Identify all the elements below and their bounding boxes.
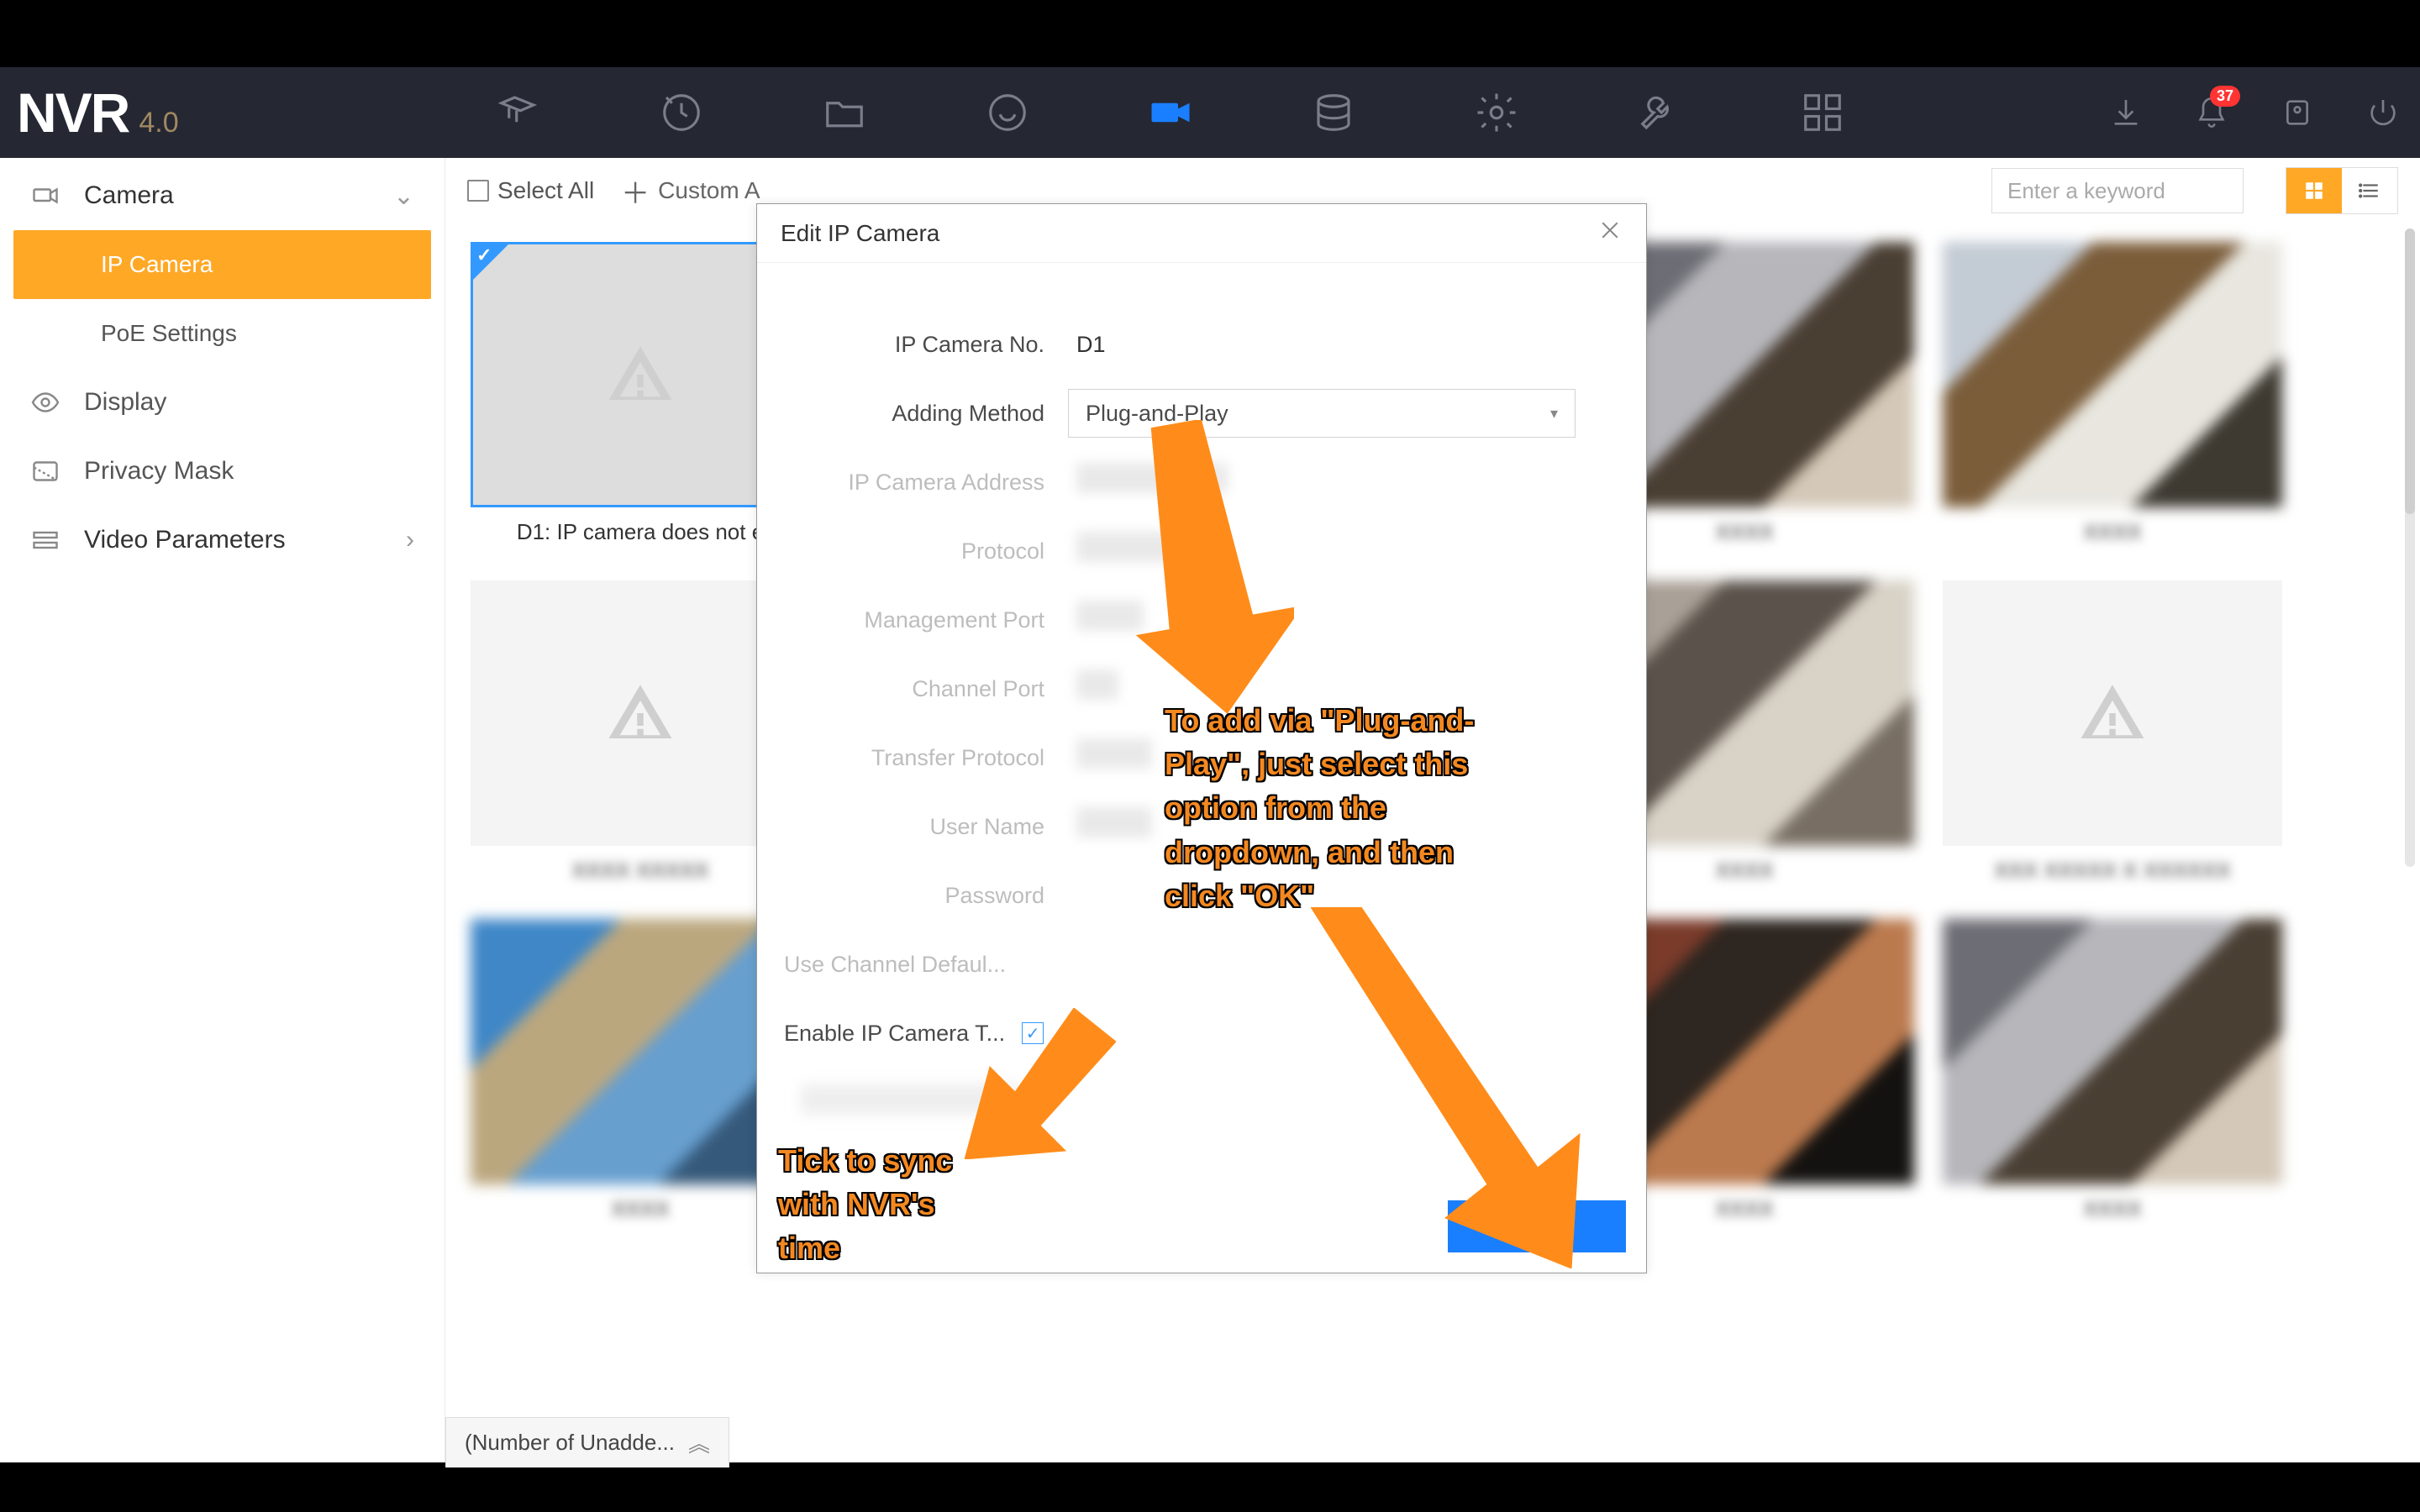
- camera-outline-icon: [30, 181, 60, 211]
- camera-device-icon[interactable]: [496, 90, 541, 135]
- eye-icon: [30, 387, 60, 417]
- sidebar-label-display: Display: [84, 388, 166, 417]
- caret-down-icon: ▾: [1550, 405, 1558, 423]
- sidebar-label-poe: PoE Settings: [101, 320, 237, 347]
- sidebar-label-ip-camera: IP Camera: [101, 251, 213, 278]
- label-transfer-proto: Transfer Protocol: [757, 745, 1068, 771]
- search-placeholder: Enter a keyword: [2007, 178, 2165, 204]
- camera-thumb: [1943, 242, 2282, 507]
- plus-icon: ＋: [621, 171, 650, 212]
- sidebar: Camera ⌄ IP Camera PoE Settings Display: [0, 158, 445, 1462]
- modal-header: Edit IP Camera: [757, 204, 1646, 263]
- label-password: Password: [757, 883, 1068, 909]
- top-right-controls: 37: [2109, 96, 2400, 129]
- label-adding-method: Adding Method: [757, 401, 1068, 427]
- label-channel-port: Channel Port: [757, 676, 1068, 702]
- camera-card[interactable]: XXX XXXXX X XXXXXX: [1943, 580, 2282, 884]
- chevron-right-icon: ›: [406, 526, 414, 554]
- topbar: NVR 4.0: [0, 67, 2420, 158]
- sidebar-label-video-params: Video Parameters: [84, 526, 286, 554]
- annotation-text-plug: To add via "Plug-and-Play", just select …: [1165, 699, 1518, 918]
- value-camera-no: D1: [1068, 332, 1606, 358]
- list-view-button[interactable]: [2342, 168, 2397, 213]
- sidebar-item-camera[interactable]: Camera ⌄: [0, 161, 445, 230]
- camera-card[interactable]: XXXX: [1943, 919, 2282, 1222]
- sidebar-item-display[interactable]: Display: [0, 368, 445, 437]
- label-use-channel-default: Use Channel Defaul...: [757, 952, 1029, 978]
- camera-card[interactable]: XXXX: [1943, 242, 2282, 545]
- label-ip-address: IP Camera Address: [757, 470, 1068, 496]
- custom-add-label: Custom A: [658, 177, 760, 204]
- sidebar-item-ip-camera[interactable]: IP Camera: [13, 230, 431, 299]
- notification-badge: 37: [2210, 86, 2240, 107]
- label-username: User Name: [757, 814, 1068, 840]
- modal-title: Edit IP Camera: [781, 220, 939, 247]
- expand-up-icon: ︽: [688, 1427, 710, 1458]
- chevron-down-icon: ⌄: [393, 181, 414, 211]
- notifications-icon[interactable]: 37: [2195, 96, 2228, 129]
- grid-apps-icon[interactable]: [1800, 90, 1845, 135]
- smart-analysis-icon[interactable]: [985, 90, 1030, 135]
- camera-caption: XXXX: [1943, 519, 2282, 545]
- logo: NVR 4.0: [17, 81, 437, 144]
- playback-icon[interactable]: [659, 90, 704, 135]
- power-icon[interactable]: [2366, 96, 2400, 129]
- select-all-checkbox[interactable]: Select All: [467, 177, 594, 204]
- label-protocol: Protocol: [757, 538, 1068, 564]
- storage-icon[interactable]: [1311, 90, 1356, 135]
- search-input[interactable]: Enter a keyword: [1991, 168, 2244, 213]
- custom-add-button[interactable]: ＋ Custom A: [621, 171, 760, 212]
- logo-text: NVR: [17, 81, 129, 144]
- annotation-arrow: [1311, 907, 1597, 1273]
- sidebar-item-video-parameters[interactable]: Video Parameters ›: [0, 506, 445, 575]
- camera-caption: XXX XXXXX X XXXXXX: [1943, 858, 2282, 884]
- alarm-panel-icon[interactable]: [2281, 96, 2314, 129]
- sidebar-item-poe-settings[interactable]: PoE Settings: [0, 299, 445, 368]
- label-camera-no: IP Camera No.: [757, 332, 1068, 358]
- unadded-footer[interactable]: (Number of Unadde... ︽: [445, 1417, 729, 1467]
- download-icon[interactable]: [2109, 96, 2143, 129]
- grid-view-button[interactable]: [2286, 168, 2342, 213]
- wrench-icon[interactable]: [1637, 90, 1682, 135]
- sidebar-label-privacy: Privacy Mask: [84, 457, 234, 486]
- annotation-text-tick: Tick to sync with NVR's time: [778, 1139, 997, 1271]
- sliders-icon: [30, 525, 60, 555]
- camera-caption: XXXX: [1943, 1196, 2282, 1222]
- video-recorder-icon[interactable]: [1148, 90, 1193, 135]
- gear-icon[interactable]: [1474, 90, 1519, 135]
- mask-icon: [30, 456, 60, 486]
- sidebar-label-camera: Camera: [84, 181, 174, 210]
- logo-version: 4.0: [139, 107, 178, 139]
- camera-thumb: [1943, 919, 2282, 1184]
- sidebar-item-privacy-mask[interactable]: Privacy Mask: [0, 437, 445, 506]
- checkbox-icon: [467, 180, 489, 202]
- top-nav: [496, 90, 2109, 135]
- unadded-label: (Number of Unadde...: [465, 1430, 675, 1456]
- annotation-arrow: [1126, 420, 1294, 718]
- scrollbar[interactable]: [2405, 228, 2415, 867]
- view-toggle: [2286, 167, 2398, 214]
- close-icon[interactable]: [1597, 218, 1623, 249]
- select-all-label: Select All: [497, 177, 594, 204]
- label-mgmt-port: Management Port: [757, 607, 1068, 633]
- camera-thumb: [1943, 580, 2282, 846]
- folder-icon[interactable]: [822, 90, 867, 135]
